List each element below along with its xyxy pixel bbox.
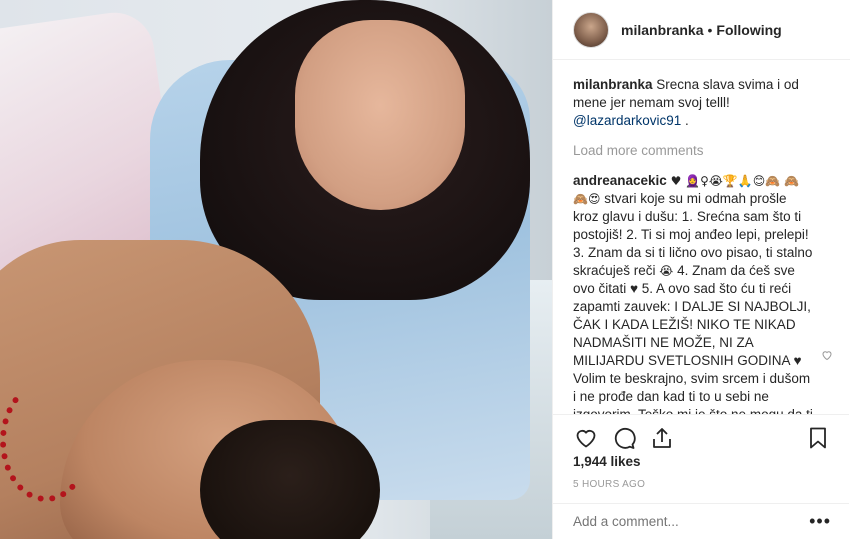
- caption-mention[interactable]: @lazardarkovic91: [573, 113, 681, 128]
- add-comment-bar: •••: [553, 503, 849, 539]
- comment: andreanacekic ♥ 🧕♀😭🏆🙏😊🙈 🙈🙈😍 stvari koje …: [573, 172, 833, 414]
- comment-text-2: 4. Znam da ćeš sve ovo čitati ♥ 5. A ovo…: [573, 263, 813, 414]
- header-username[interactable]: milanbranka: [621, 22, 703, 38]
- caption-username[interactable]: milanbranka: [573, 77, 653, 92]
- share-icon[interactable]: [649, 425, 675, 451]
- caption-suffix: .: [681, 113, 689, 128]
- comment-emoji-mid: 😭: [659, 264, 674, 278]
- bookmark-icon[interactable]: [805, 425, 831, 451]
- heart-icon[interactable]: [573, 425, 599, 451]
- more-options-icon[interactable]: •••: [809, 511, 831, 532]
- timestamp[interactable]: 5 HOURS AGO: [573, 479, 645, 490]
- avatar[interactable]: [573, 11, 609, 48]
- post-sidebar: milanbranka • Following milanbranka Srec…: [552, 0, 850, 539]
- separator-dot: •: [707, 21, 713, 38]
- red-bead-necklace: [0, 380, 92, 502]
- likes-count[interactable]: 1,944 likes: [573, 454, 641, 469]
- add-comment-input[interactable]: [573, 514, 810, 529]
- caption: milanbranka Srecna slava svima i od mene…: [573, 76, 831, 130]
- action-bar: [553, 414, 849, 454]
- like-comment-icon[interactable]: [821, 348, 833, 366]
- load-more-comments[interactable]: Load more comments: [573, 142, 831, 160]
- post-photo[interactable]: [0, 0, 552, 539]
- comment-icon[interactable]: [611, 425, 637, 451]
- instagram-post: milanbranka • Following milanbranka Srec…: [0, 0, 850, 539]
- post-header: milanbranka • Following: [553, 0, 850, 60]
- comments-section[interactable]: milanbranka Srecna slava svima i od mene…: [553, 60, 849, 414]
- woman-face: [295, 20, 465, 210]
- following-button[interactable]: Following: [716, 22, 781, 38]
- comment-username[interactable]: andreanacekic: [573, 173, 667, 188]
- man-beard: [200, 420, 380, 539]
